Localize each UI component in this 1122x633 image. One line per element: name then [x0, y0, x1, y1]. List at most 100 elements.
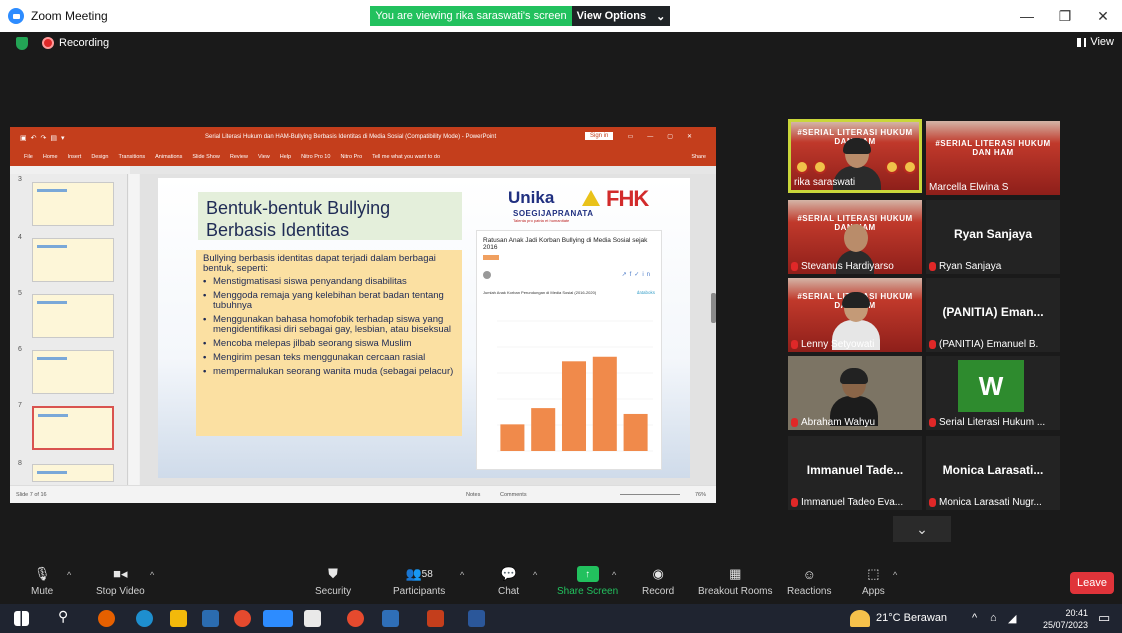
- weather-icon: [850, 610, 870, 627]
- participants-button[interactable]: 👥 58 Participants: [393, 566, 445, 597]
- photos-icon[interactable]: [382, 610, 399, 627]
- muted-mic-icon: [791, 262, 798, 271]
- windows-start-icon[interactable]: [14, 611, 29, 626]
- firefox-icon[interactable]: [98, 610, 115, 627]
- leave-button[interactable]: Leave: [1070, 572, 1114, 594]
- recording-label[interactable]: Recording: [59, 37, 109, 49]
- window-controls: — ❐ ✕: [1008, 0, 1122, 32]
- network-icon[interactable]: ⌂: [990, 612, 997, 624]
- stop-video-button[interactable]: ■◂ Stop Video: [96, 566, 145, 597]
- view-button[interactable]: View: [1077, 36, 1114, 48]
- reactions-button[interactable]: ☺ Reactions: [787, 566, 832, 598]
- participant-tile[interactable]: Abraham Wahyu: [788, 356, 922, 430]
- view-options-label: View Options: [576, 10, 647, 22]
- zoom-taskbar-icon[interactable]: [263, 610, 293, 627]
- participant-name-text: Stevanus Hardiyarso: [801, 261, 894, 272]
- participant-tile[interactable]: #SERIAL LITERASI HUKUM DAN HAM Stevanus …: [788, 200, 922, 274]
- view-options-button[interactable]: View Options ⌄: [572, 6, 670, 26]
- participant-tile[interactable]: Monica Larasati... Monica Larasati Nugr.…: [926, 436, 1060, 510]
- bullet-item: Menggoda remaja yang kelebihan berat bad…: [203, 291, 455, 311]
- powerpoint-icon[interactable]: [427, 610, 444, 627]
- participant-name: (PANITIA) Emanuel B.: [929, 339, 1038, 350]
- mail-icon[interactable]: [202, 610, 219, 627]
- apps-options-chevron-icon[interactable]: ^: [893, 570, 897, 580]
- file-explorer-icon[interactable]: [170, 610, 187, 627]
- share-resize-handle[interactable]: [711, 293, 716, 323]
- restore-button[interactable]: ❐: [1046, 0, 1084, 32]
- system-clock[interactable]: 20:41 25/07/2023: [1043, 607, 1088, 631]
- notification-icon[interactable]: ▭: [1098, 610, 1110, 626]
- participant-tile[interactable]: Immanuel Tade... Immanuel Tadeo Eva...: [788, 436, 922, 510]
- apps-button[interactable]: ⬚ Apps: [862, 566, 885, 597]
- word-icon[interactable]: [468, 610, 485, 627]
- edge-icon[interactable]: [136, 610, 153, 627]
- chart-bar: [531, 408, 556, 451]
- participant-name: Monica Larasati Nugr...: [929, 497, 1042, 508]
- chart-bar: [500, 424, 525, 451]
- bullet-item: Menggunakan bahasa homofobik terhadap si…: [203, 315, 455, 335]
- participant-tile[interactable]: #SERIAL LITERASI HUKUM DAN HAM Marcella …: [926, 121, 1060, 195]
- chevron-down-icon: ⌄: [916, 520, 928, 537]
- sign-in-button: Sign in: [585, 132, 614, 140]
- participant-name-text: Serial Literasi Hukum ...: [939, 417, 1046, 428]
- menu-help: Help: [279, 154, 292, 160]
- participant-name: Immanuel Tadeo Eva...: [791, 497, 903, 508]
- pp-share-button: Share: [691, 154, 706, 160]
- menu-animations: Animations: [155, 154, 183, 160]
- reactions-label: Reactions: [787, 586, 832, 597]
- quick-access-icons: ▣↶↷▤▾: [20, 134, 69, 142]
- logo-tagline: Talenta pro patria et humanitate: [513, 218, 570, 223]
- tray-chevron-icon[interactable]: ^: [972, 612, 977, 624]
- menu-slide-show: Slide Show: [192, 154, 220, 160]
- participant-tile[interactable]: #SERIAL LITERASI HUKUM DAN HAM Lenny Set…: [788, 278, 922, 352]
- shared-screen[interactable]: ▣↶↷▤▾ Serial Literasi Hukum dan HAM-Bull…: [10, 127, 716, 503]
- share-screen-button[interactable]: ↑ Share Screen: [557, 566, 618, 597]
- bullet-item: Mengirim pesan teks menggunakan cercaan …: [203, 353, 455, 364]
- slide-title-line2: Berbasis Identitas: [206, 220, 350, 240]
- muted-mic-icon: [929, 262, 936, 271]
- chrome-icon[interactable]: [234, 610, 251, 627]
- participant-tile[interactable]: Ryan Sanjaya Ryan Sanjaya: [926, 200, 1060, 274]
- meeting-toolbar: 🎙 Mute ^ ■◂ Stop Video ^ ⛊ Security 👥 58…: [0, 560, 1122, 604]
- weather-text[interactable]: 21°C Berawan: [876, 612, 947, 624]
- chat-options-chevron-icon[interactable]: ^: [533, 570, 537, 580]
- share-options-chevron-icon[interactable]: ^: [612, 570, 616, 580]
- search-icon[interactable]: ⚲: [58, 608, 75, 625]
- gallery-next-button[interactable]: ⌄: [893, 516, 951, 542]
- chat-button[interactable]: 💬 Chat: [498, 566, 519, 597]
- participant-name-text: Abraham Wahyu: [801, 417, 876, 428]
- card-title: Ratusan Anak Jadi Korban Bullying di Med…: [483, 237, 648, 251]
- security-button[interactable]: ⛊ Security: [315, 566, 351, 597]
- menu-nitro-pro-10: Nitro Pro 10: [301, 154, 331, 160]
- status-comments: Comments: [500, 492, 527, 498]
- muted-mic-icon: [791, 418, 798, 427]
- shield-icon: ⛊: [328, 566, 338, 581]
- reactions-smiley-icon: ☺: [802, 566, 816, 582]
- close-button[interactable]: ✕: [1084, 0, 1122, 32]
- participant-name: Serial Literasi Hukum ...: [929, 417, 1045, 428]
- slide-thumbnail: [32, 238, 114, 282]
- poster-face-icon: [885, 160, 899, 174]
- record-button[interactable]: ◉ Record: [642, 566, 674, 597]
- video-options-chevron-icon[interactable]: ^: [150, 570, 154, 580]
- zoom-slider: [620, 494, 680, 495]
- menu-view: View: [257, 154, 270, 160]
- apps-label: Apps: [862, 586, 885, 597]
- powerpoint-status-bar: Slide 7 of 16 Notes Comments 76%: [10, 485, 716, 503]
- logo-sub: SOEGIJAPRANATA: [513, 209, 594, 218]
- breakout-rooms-icon: ▦: [729, 566, 742, 581]
- participant-name-text: Lenny Setyowati: [801, 339, 875, 350]
- volume-icon[interactable]: ◢: [1008, 612, 1016, 625]
- store-icon[interactable]: [304, 610, 321, 627]
- chevron-down-icon: ⌄: [656, 10, 666, 23]
- shield-icon[interactable]: [16, 36, 28, 50]
- participant-tile[interactable]: #SERIAL LITERASI HUKUM DAN HAM rika sara…: [788, 119, 922, 193]
- participant-tile[interactable]: W Serial Literasi Hukum ...: [926, 356, 1060, 430]
- minimize-button[interactable]: —: [1008, 0, 1046, 32]
- mute-button[interactable]: 🎙 Mute: [31, 566, 53, 597]
- audio-options-chevron-icon[interactable]: ^: [67, 570, 71, 580]
- participant-tile[interactable]: (PANITIA) Eman... (PANITIA) Emanuel B.: [926, 278, 1060, 352]
- chrome-icon[interactable]: [347, 610, 364, 627]
- breakout-rooms-button[interactable]: ▦ Breakout Rooms: [698, 566, 772, 597]
- participants-options-chevron-icon[interactable]: ^: [460, 570, 464, 580]
